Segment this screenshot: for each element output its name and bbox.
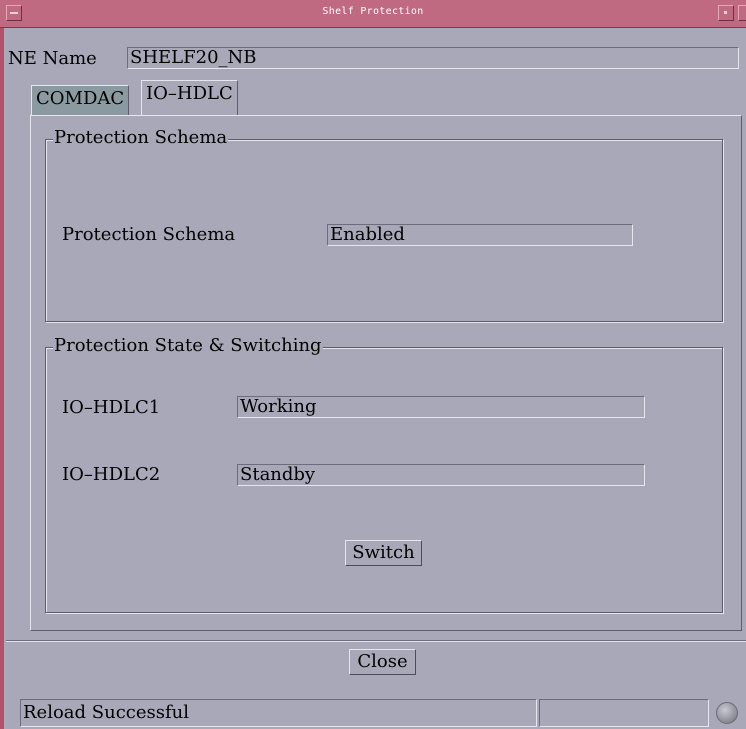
switch-button[interactable]: Switch xyxy=(345,540,422,566)
protection-schema-group-title: Protection Schema xyxy=(53,127,229,148)
protection-schema-label: Protection Schema xyxy=(62,224,236,245)
io-hdlc2-label: IO–HDLC2 xyxy=(62,464,161,485)
tab-comdac[interactable]: COMDAC xyxy=(31,85,130,115)
footer-separator xyxy=(6,640,746,642)
close-button[interactable]: Close xyxy=(349,649,416,675)
io-hdlc2-field: Standby xyxy=(237,464,645,486)
ne-name-label: NE Name xyxy=(8,48,97,69)
ne-name-field[interactable]: SHELF20_NB xyxy=(127,47,739,69)
window-title: Shelf Protection xyxy=(322,6,424,17)
protection-schema-field: Enabled xyxy=(327,224,633,246)
status-message: Reload Successful xyxy=(20,699,537,727)
tab-io-hdlc[interactable]: IO–HDLC xyxy=(141,80,238,116)
io-hdlc1-field: Working xyxy=(237,396,645,418)
maximize-button[interactable] xyxy=(738,5,746,21)
minimize-button[interactable] xyxy=(718,5,734,21)
shelf-protection-window: Shelf Protection NE Name SHELF20_NB COMD… xyxy=(0,0,746,729)
window-left-border[interactable] xyxy=(0,0,4,729)
protection-state-group-title: Protection State & Switching xyxy=(53,335,323,356)
status-indicator-icon xyxy=(716,702,738,724)
status-cell-2 xyxy=(539,699,709,727)
io-hdlc1-label: IO–HDLC1 xyxy=(62,397,161,418)
title-bar[interactable]: Shelf Protection xyxy=(0,0,746,28)
